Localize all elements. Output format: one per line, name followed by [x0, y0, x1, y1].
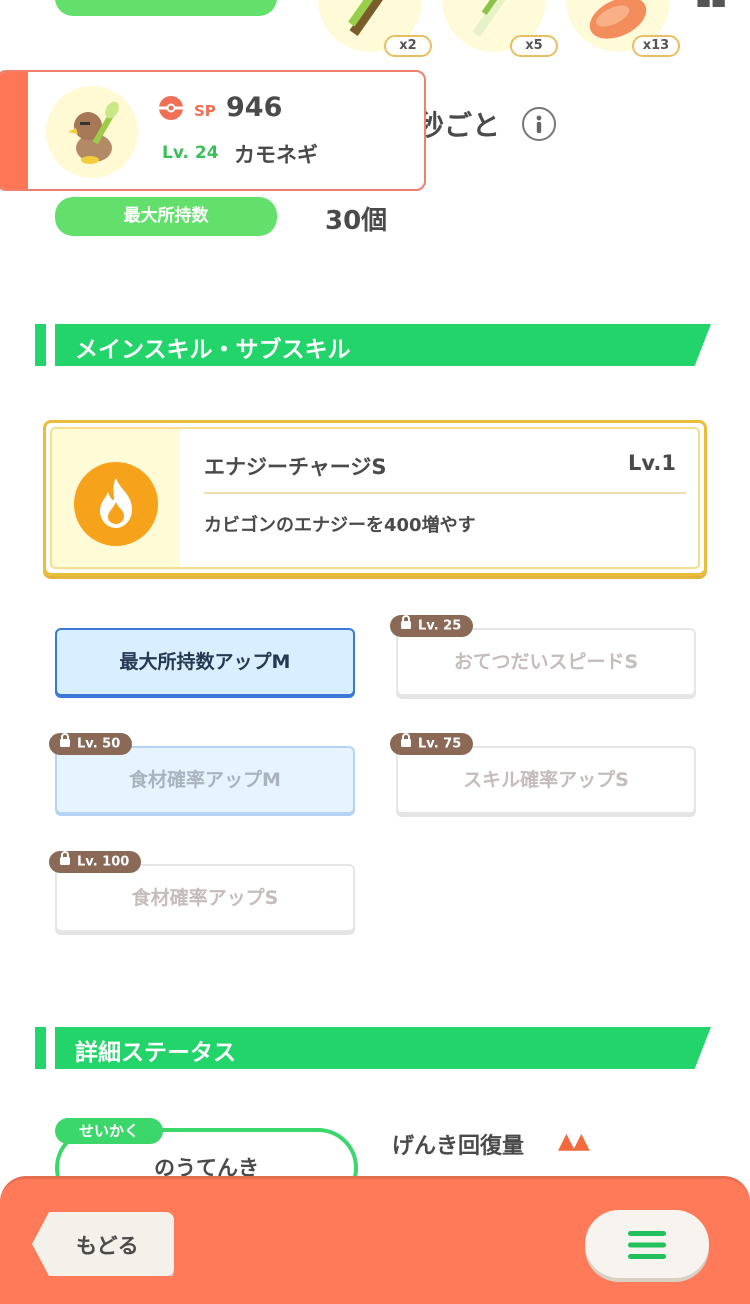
- lock-icon: [59, 851, 71, 873]
- pokemon-card-stripe: [0, 72, 28, 189]
- main-skill-divider: [204, 492, 686, 494]
- sp-value: 946: [226, 92, 283, 123]
- menu-icon: [628, 1230, 666, 1264]
- max-carry-value: 30個: [325, 206, 388, 236]
- menu-button[interactable]: [585, 1210, 709, 1278]
- details-section-header: 詳細ステータス: [35, 1027, 711, 1069]
- main-skill-name: エナジーチャージS: [204, 455, 387, 479]
- stat-label: げんき回復量: [392, 1134, 525, 1159]
- lock-icon: [400, 615, 412, 637]
- lock-icon: [400, 733, 412, 755]
- subskill-5-lock-badge: Lv. 100: [49, 851, 142, 873]
- main-skill-card[interactable]: エナジーチャージS Lv.1 カビゴンのエナジーを400増やす: [43, 420, 707, 576]
- back-button-label: もどる: [76, 1234, 139, 1258]
- info-icon[interactable]: [522, 107, 556, 141]
- nature-tag: せいかく: [55, 1118, 163, 1144]
- help-interval-suffix: 秒ごと: [416, 109, 501, 142]
- stat-arrows: ▲▲: [558, 1129, 590, 1154]
- pokemon-level: Lv. 24: [162, 143, 219, 163]
- max-carry-label: 最大所持数: [55, 197, 277, 236]
- subskill-2-lock-badge: Lv. 25: [390, 615, 474, 637]
- ingredient-1-count: x2: [384, 35, 432, 57]
- ingredients-label-pill: 食材: [55, 0, 277, 16]
- subskill-2[interactable]: おてつだいスピードS: [396, 628, 696, 696]
- ingredient-3-count: x13: [632, 35, 680, 57]
- subskill-4[interactable]: スキル確率アップS: [396, 746, 696, 814]
- lock-icon: [59, 733, 71, 755]
- subskill-3[interactable]: 食材確率アップM: [55, 746, 355, 814]
- subskill-3-lock-badge: Lv. 50: [49, 733, 133, 755]
- pokemon-avatar: [46, 86, 138, 178]
- sp-label: SP: [194, 102, 216, 120]
- skills-section-title: メインスキル・サブスキル: [75, 337, 351, 363]
- subskill-1[interactable]: 最大所持数アップM: [55, 628, 355, 696]
- main-skill-description: カビゴンのエナジーを400増やす: [204, 515, 476, 536]
- cut-off-text: ■■: [696, 0, 726, 9]
- subskill-5[interactable]: 食材確率アップS: [55, 864, 355, 932]
- pokeball-icon: [158, 95, 184, 125]
- pokemon-card[interactable]: SP 946 Lv. 24 カモネギ: [0, 70, 426, 191]
- subskill-4-lock-badge: Lv. 75: [390, 733, 474, 755]
- details-section-title: 詳細ステータス: [75, 1040, 236, 1066]
- fire-energy-icon: [74, 462, 158, 546]
- pokemon-name: カモネギ: [234, 143, 318, 167]
- back-button[interactable]: もどる: [32, 1212, 174, 1276]
- ingredient-2-count: x5: [510, 35, 558, 57]
- skills-section-header: メインスキル・サブスキル: [35, 324, 711, 366]
- main-skill-level: Lv.1: [628, 451, 676, 475]
